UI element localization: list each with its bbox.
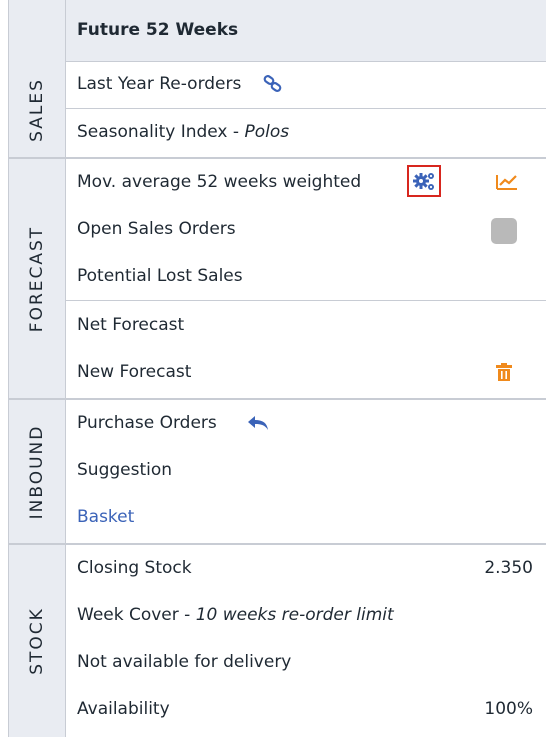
section-inbound-side: INBOUND bbox=[9, 400, 66, 543]
header-corner bbox=[9, 0, 66, 61]
row-week-cover: Week Cover - 10 weeks re-order limit bbox=[65, 592, 546, 639]
basket-link[interactable]: Basket bbox=[77, 494, 134, 541]
row-mov-average: Mov. average 52 weeks weighted bbox=[65, 159, 546, 206]
week-cover-limit: 10 weeks re-order limit bbox=[195, 605, 394, 625]
week-cover-label: Week Cover - 10 weeks re-order limit bbox=[77, 592, 394, 639]
section-inbound: INBOUND Purchase Orders Suggestion Baske… bbox=[9, 400, 546, 543]
section-forecast: FORECAST Mov. average 52 weeks weighted bbox=[9, 159, 546, 399]
section-inbound-label: INBOUND bbox=[27, 424, 47, 519]
header-title: Future 52 Weeks bbox=[77, 20, 239, 40]
section-stock: STOCK Closing Stock 2.350 Week Cover - 1… bbox=[9, 545, 546, 737]
settings-gears-icon[interactable] bbox=[413, 171, 437, 193]
seasonality-value: Polos bbox=[244, 122, 290, 142]
availability-value: 100% bbox=[484, 699, 533, 719]
purchase-orders-label: Purchase Orders bbox=[77, 413, 217, 433]
seasonality-index-label: Seasonality Index - Polos bbox=[77, 109, 289, 156]
availability-label: Availability bbox=[77, 699, 170, 719]
row-not-available: Not available for delivery bbox=[65, 639, 546, 686]
row-basket: Basket bbox=[65, 494, 546, 541]
section-sales: SALES Last Year Re-orders Seasonality In… bbox=[9, 61, 546, 158]
closing-stock-value: 2.350 bbox=[484, 558, 533, 578]
row-suggestion: Suggestion bbox=[65, 447, 546, 494]
row-potential-lost-sales: Potential Lost Sales bbox=[65, 253, 546, 301]
link-icon[interactable] bbox=[263, 75, 283, 93]
mov-average-label: Mov. average 52 weeks weighted bbox=[77, 172, 362, 192]
potential-lost-sales-label: Potential Lost Sales bbox=[77, 266, 243, 286]
line-chart-icon[interactable] bbox=[495, 173, 519, 191]
week-cover-text: Week Cover - bbox=[77, 605, 196, 625]
not-available-label: Not available for delivery bbox=[77, 652, 292, 672]
planning-table: Future 52 Weeks SALES Last Year Re-order… bbox=[8, 0, 546, 737]
closing-stock-label: Closing Stock bbox=[77, 558, 192, 578]
open-sales-orders-label: Open Sales Orders bbox=[77, 219, 236, 239]
seasonality-text: Seasonality Index - bbox=[77, 122, 245, 142]
net-forecast-label: Net Forecast bbox=[77, 315, 185, 335]
section-sales-label: SALES bbox=[27, 77, 47, 142]
last-year-reorders-label: Last Year Re-orders bbox=[77, 74, 242, 94]
suggestion-label: Suggestion bbox=[77, 460, 173, 480]
row-closing-stock: Closing Stock 2.350 bbox=[65, 545, 546, 592]
row-last-year-reorders: Last Year Re-orders bbox=[65, 61, 546, 109]
open-sales-orders-checkbox[interactable] bbox=[491, 218, 517, 244]
reply-arrow-icon[interactable] bbox=[247, 415, 269, 431]
row-net-forecast: Net Forecast bbox=[65, 302, 546, 349]
section-sales-side: SALES bbox=[9, 61, 66, 158]
row-new-forecast: New Forecast bbox=[65, 349, 546, 396]
section-stock-side: STOCK bbox=[9, 545, 66, 737]
section-forecast-side: FORECAST bbox=[9, 159, 66, 399]
section-stock-label: STOCK bbox=[27, 607, 47, 675]
table-header: Future 52 Weeks bbox=[9, 0, 546, 62]
row-open-sales-orders: Open Sales Orders bbox=[65, 206, 546, 253]
new-forecast-label: New Forecast bbox=[77, 362, 192, 382]
section-forecast-label: FORECAST bbox=[27, 225, 47, 333]
trash-icon[interactable] bbox=[495, 362, 513, 382]
row-purchase-orders: Purchase Orders bbox=[65, 400, 546, 447]
row-seasonality-index: Seasonality Index - Polos bbox=[65, 109, 546, 156]
row-availability: Availability 100% bbox=[65, 686, 546, 733]
